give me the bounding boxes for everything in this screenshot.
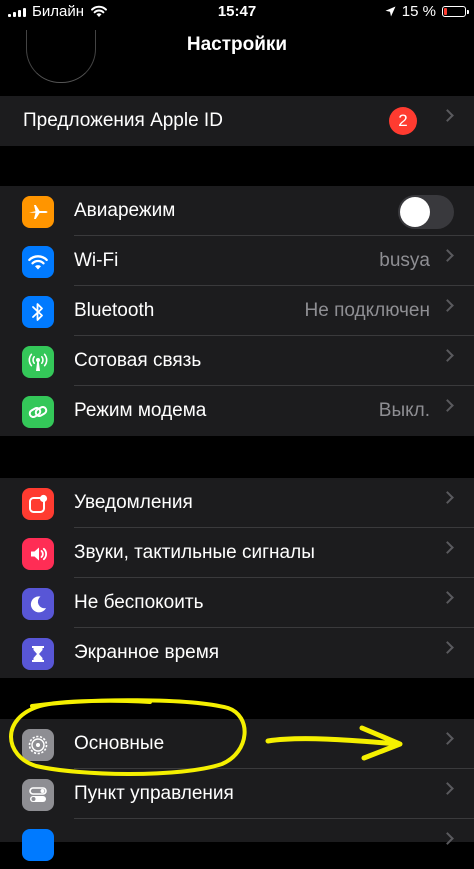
bluetooth-icon (22, 296, 54, 328)
chevron-right-icon (441, 591, 454, 604)
settings-row-bluetooth[interactable]: Bluetooth Не подключен (0, 286, 474, 336)
moon-icon (22, 588, 54, 620)
battery-percent: 15 % (401, 3, 436, 20)
connectivity-group: Авиарежим Wi-Fi busya Bluetooth Не подкл… (0, 186, 474, 436)
settings-row-screen-time[interactable]: Экранное время (0, 628, 474, 678)
settings-row-notifications[interactable]: Уведомления (0, 478, 474, 528)
hotspot-status-value: Выкл. (378, 400, 430, 421)
battery-level (444, 8, 447, 15)
settings-row-control-center[interactable]: Пункт управления (0, 769, 474, 819)
notifications-label: Уведомления (74, 492, 193, 513)
hotspot-label: Режим модема (74, 400, 207, 421)
toggle-knob (400, 197, 430, 227)
settings-row-wifi[interactable]: Wi-Fi busya (0, 236, 474, 286)
gear-icon (22, 729, 54, 761)
settings-row-next-partial[interactable] (0, 819, 474, 869)
toggles-icon (22, 779, 54, 811)
wifi-label: Wi-Fi (74, 250, 119, 271)
settings-row-sounds[interactable]: Звуки, тактильные сигналы (0, 528, 474, 578)
sounds-label: Звуки, тактильные сигналы (74, 542, 315, 563)
airplane-icon (22, 196, 54, 228)
cellular-label: Сотовая связь (74, 350, 202, 371)
airplane-label: Авиарежим (74, 200, 176, 221)
general-group: Основные Пункт управления (0, 719, 474, 861)
chevron-right-icon (441, 541, 454, 554)
apple-id-suggestions-label: Предложения Apple ID (23, 110, 223, 131)
status-bar: Билайн 15:47 15 % (0, 0, 474, 26)
chevron-right-icon (441, 491, 454, 504)
avatar[interactable] (26, 30, 96, 83)
settings-row-cellular[interactable]: Сотовая связь (0, 336, 474, 386)
speaker-icon (22, 538, 54, 570)
screen-time-label: Экранное время (74, 642, 220, 663)
chevron-right-icon (441, 109, 454, 122)
notification-badge: 2 (389, 107, 417, 135)
settings-row-dnd[interactable]: Не беспокоить (0, 578, 474, 628)
notifications-icon (22, 488, 54, 520)
settings-row-hotspot[interactable]: Режим модема Выкл. (0, 386, 474, 436)
link-chain-icon (22, 396, 54, 428)
chevron-right-icon (441, 732, 454, 745)
dnd-label: Не беспокоить (74, 592, 204, 613)
chevron-right-icon (441, 782, 454, 795)
control-center-label: Пункт управления (74, 783, 234, 804)
chevron-right-icon (441, 249, 454, 262)
wifi-network-value: busya (379, 250, 430, 271)
battery-icon (442, 6, 469, 17)
display-icon (22, 829, 54, 861)
airplane-toggle[interactable] (398, 195, 454, 229)
apple-id-suggestions-row[interactable]: Предложения Apple ID 2 (0, 96, 474, 146)
chevron-right-icon (441, 399, 454, 412)
apple-id-group: Предложения Apple ID 2 (0, 96, 474, 146)
hourglass-icon (22, 638, 54, 670)
chevron-right-icon (441, 349, 454, 362)
notifications-group: Уведомления Звуки, тактильные сигналы Не… (0, 478, 474, 678)
antenna-icon (22, 346, 54, 378)
wifi-icon (22, 246, 54, 278)
chevron-right-icon (441, 832, 454, 845)
chevron-right-icon (441, 299, 454, 312)
settings-row-general[interactable]: Основные (0, 719, 474, 769)
location-arrow-icon (385, 6, 396, 17)
general-label: Основные (74, 733, 165, 754)
chevron-right-icon (441, 641, 454, 654)
bluetooth-status-value: Не подключен (304, 300, 431, 321)
status-right: 15 % (385, 3, 469, 20)
settings-row-airplane: Авиарежим (0, 186, 474, 236)
bluetooth-label: Bluetooth (74, 300, 155, 321)
